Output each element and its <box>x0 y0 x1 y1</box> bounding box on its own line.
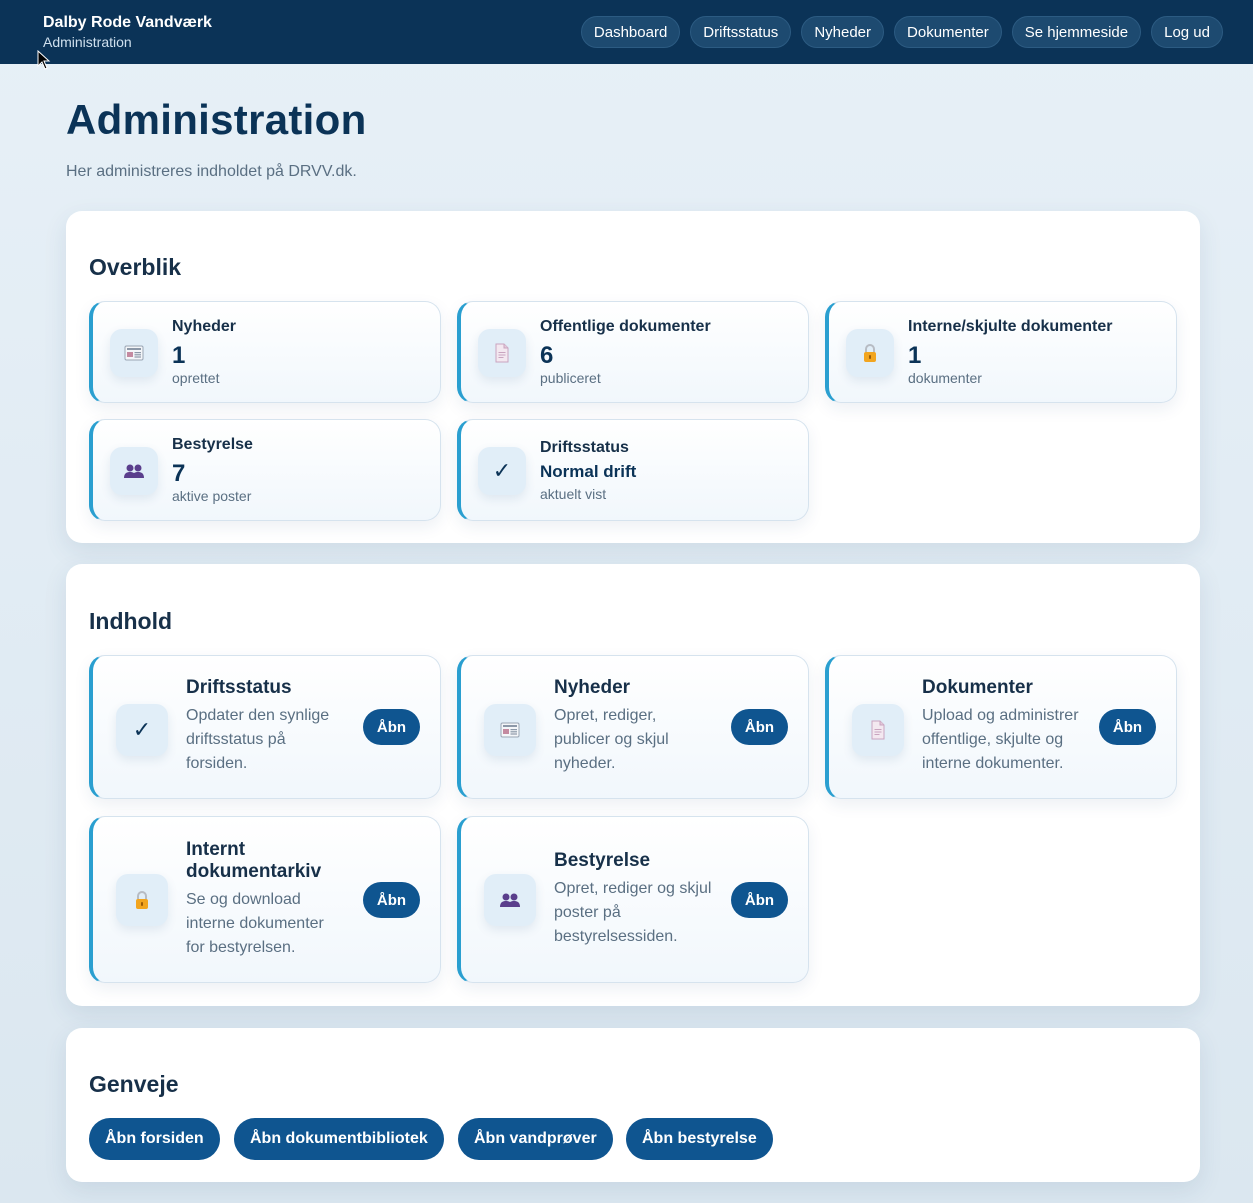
content-panel: Indhold ✓ Driftsstatus Opdater den synli… <box>66 564 1200 1006</box>
nav-driftsstatus[interactable]: Driftsstatus <box>690 16 792 48</box>
page-title: Administration <box>66 96 367 143</box>
desc-line: nyheder. <box>554 755 616 772</box>
open-driftsstatus-button[interactable]: Åbn <box>363 709 420 745</box>
document-icon <box>852 704 904 756</box>
overview-title: Overblik <box>89 254 182 280</box>
card-title: Driftsstatus <box>186 677 292 698</box>
check-icon: ✓ <box>116 704 168 756</box>
nav-dashboard[interactable]: Dashboard <box>580 16 681 48</box>
content-card-bestyrelse: Bestyrelse Opret, rediger og skjul poste… <box>457 816 809 983</box>
main-nav: Dashboard Driftsstatus Nyheder Dokumente… <box>580 16 1223 48</box>
stat-label: Bestyrelse <box>172 436 253 453</box>
document-icon <box>478 329 526 377</box>
desc-line: for bestyrelsen. <box>186 939 296 956</box>
nav-se-hjemmeside[interactable]: Se hjemmeside <box>1011 16 1142 48</box>
stat-note: oprettet <box>172 370 220 386</box>
nav-dokumenter[interactable]: Dokumenter <box>894 16 1002 48</box>
desc-line: Opdater den synlige <box>186 707 330 724</box>
stat-value: 6 <box>540 342 554 369</box>
stat-label: Nyheder <box>172 318 237 335</box>
overview-panel: Overblik Nyheder 1 oprettet Offentlige d… <box>66 211 1200 543</box>
brand-subtitle: Administration <box>43 34 132 50</box>
stat-card-bestyrelse: Bestyrelse 7 aktive poster <box>89 419 441 521</box>
people-icon <box>110 447 158 495</box>
stat-card-driftsstatus: ✓ Driftsstatus Normal drift aktuelt vist <box>457 419 809 521</box>
desc-line: Upload og administrer <box>922 707 1079 724</box>
content-card-driftsstatus: ✓ Driftsstatus Opdater den synlige drift… <box>89 655 441 799</box>
content-card-nyheder: Nyheder Opret, rediger, publicer og skju… <box>457 655 809 799</box>
desc-line: offentlige, skjulte og <box>922 731 1064 748</box>
shortcuts-title: Genveje <box>89 1071 179 1097</box>
card-description: Se og download interne dokumenter for be… <box>186 888 346 960</box>
title-line: dokumentarkiv <box>186 861 322 882</box>
card-title: Nyheder <box>554 677 631 698</box>
desc-line: poster på <box>554 904 621 921</box>
lock-icon <box>116 874 168 926</box>
card-description: Upload og administrer offentlige, skjult… <box>922 704 1092 776</box>
shortcuts-panel: Genveje Åbn forsiden Åbn dokumentbibliot… <box>66 1028 1200 1182</box>
open-dokumenter-button[interactable]: Åbn <box>1099 709 1156 745</box>
shortcut-vandproever-button[interactable]: Åbn vandprøver <box>458 1118 613 1160</box>
stat-value: Normal drift <box>540 462 637 481</box>
brand[interactable]: Dalby Rode Vandværk Administration <box>43 13 212 51</box>
content-card-internt-dokumentarkiv: Internt dokumentarkiv Se og download int… <box>89 816 441 983</box>
open-nyheder-button[interactable]: Åbn <box>731 709 788 745</box>
stat-label: Driftsstatus <box>540 439 629 456</box>
card-description: Opret, rediger og skjul poster på bestyr… <box>554 877 724 949</box>
brand-title: Dalby Rode Vandværk <box>43 14 212 31</box>
card-title: Dokumenter <box>922 677 1033 698</box>
stat-card-interne-dokumenter: Interne/skjulte dokumenter 1 dokumenter <box>825 301 1177 403</box>
stat-card-nyheder: Nyheder 1 oprettet <box>89 301 441 403</box>
desc-line: Opret, rediger, <box>554 707 657 724</box>
title-line: Internt <box>186 839 246 860</box>
stat-label: Offentlige dokumenter <box>540 318 711 335</box>
check-icon: ✓ <box>478 447 526 495</box>
stat-note: publiceret <box>540 370 601 386</box>
card-description: Opdater den synlige driftsstatus på fors… <box>186 704 346 776</box>
desc-line: forsiden. <box>186 755 248 772</box>
desc-line: Opret, rediger og skjul <box>554 880 712 897</box>
desc-line: Se og download <box>186 891 301 908</box>
desc-line: driftsstatus på <box>186 731 286 748</box>
desc-line: publicer og skjul <box>554 731 669 748</box>
top-navigation-bar: Dalby Rode Vandværk Administration Dashb… <box>0 0 1253 64</box>
desc-line: interne dokumenter <box>186 915 324 932</box>
lock-icon <box>846 329 894 377</box>
shortcut-bestyrelse-button[interactable]: Åbn bestyrelse <box>626 1118 773 1160</box>
newspaper-icon <box>110 329 158 377</box>
card-title: Bestyrelse <box>554 850 651 871</box>
nav-nyheder[interactable]: Nyheder <box>801 16 885 48</box>
stat-value: 7 <box>172 460 186 487</box>
newspaper-icon <box>484 704 536 756</box>
content-title: Indhold <box>89 608 173 634</box>
nav-log-ud[interactable]: Log ud <box>1151 16 1223 48</box>
open-bestyrelse-button[interactable]: Åbn <box>731 882 788 918</box>
stat-note: aktive poster <box>172 488 252 504</box>
people-icon <box>484 874 536 926</box>
desc-line: interne dokumenter. <box>922 755 1064 772</box>
open-internt-arkiv-button[interactable]: Åbn <box>363 882 420 918</box>
content-card-dokumenter: Dokumenter Upload og administrer offentl… <box>825 655 1177 799</box>
stat-value: 1 <box>172 342 186 369</box>
stat-value: 1 <box>908 342 922 369</box>
stat-card-offentlige-dokumenter: Offentlige dokumenter 6 publiceret <box>457 301 809 403</box>
shortcut-dokumentbibliotek-button[interactable]: Åbn dokumentbibliotek <box>234 1118 444 1160</box>
shortcut-forsiden-button[interactable]: Åbn forsiden <box>89 1118 220 1160</box>
stat-note: dokumenter <box>908 370 982 386</box>
card-title: Internt dokumentarkiv <box>186 839 321 883</box>
stat-note: aktuelt vist <box>540 486 607 502</box>
card-description: Opret, rediger, publicer og skjul nyhede… <box>554 704 714 776</box>
stat-label: Interne/skjulte dokumenter <box>908 318 1113 335</box>
mouse-cursor-icon <box>37 50 51 70</box>
desc-line: bestyrelsessiden. <box>554 928 678 945</box>
page-subtitle: Her administreres indholdet på DRVV.dk. <box>66 163 357 180</box>
